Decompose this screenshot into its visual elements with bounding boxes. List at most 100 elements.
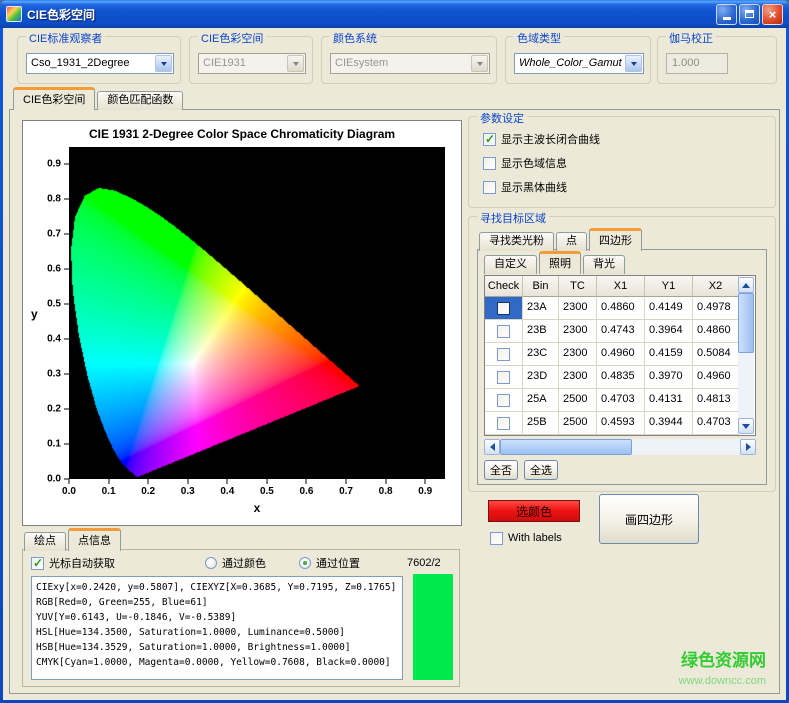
row-checkbox[interactable] bbox=[497, 302, 510, 315]
cie-canvas[interactable] bbox=[69, 147, 445, 479]
scroll-up-button[interactable] bbox=[738, 277, 754, 293]
with-labels-box[interactable] bbox=[490, 532, 503, 545]
table-cell: 25A bbox=[523, 389, 559, 412]
tab-draw-point[interactable]: 绘点 bbox=[24, 532, 66, 551]
row-checkbox-cell[interactable] bbox=[485, 343, 523, 366]
observer-combobox[interactable]: Cso_1931_2Degree bbox=[26, 53, 174, 74]
row-checkbox[interactable] bbox=[497, 394, 510, 407]
auto-capture-box[interactable] bbox=[31, 557, 44, 570]
parameter-checkbox[interactable]: 显示主波长闭合曲线 bbox=[483, 131, 600, 147]
tab-color-matching[interactable]: 颜色匹配函数 bbox=[97, 91, 183, 110]
row-checkbox[interactable] bbox=[497, 371, 510, 384]
column-header[interactable]: TC bbox=[559, 276, 597, 297]
scroll-down-button[interactable] bbox=[738, 418, 754, 434]
table-row[interactable]: 23B23000.47430.39640.4860 bbox=[485, 320, 755, 343]
maximize-button[interactable] bbox=[739, 4, 760, 25]
row-checkbox-cell[interactable] bbox=[485, 297, 523, 320]
tab-find-phosphor[interactable]: 寻找类光粉 bbox=[479, 232, 554, 251]
gamut-combobox[interactable]: Whole_Color_Gamut bbox=[514, 53, 644, 74]
close-button[interactable]: × bbox=[762, 4, 783, 25]
column-header[interactable]: Bin bbox=[523, 276, 559, 297]
gamut-group: 色域类型 Whole_Color_Gamut bbox=[505, 36, 651, 84]
main-tabstrip: CIE色彩空间 颜色匹配函数 bbox=[13, 87, 185, 110]
row-checkbox-cell[interactable] bbox=[485, 320, 523, 343]
table-hscrollbar[interactable] bbox=[484, 439, 756, 455]
x-tick-mark bbox=[227, 479, 228, 484]
x-tick-mark bbox=[148, 479, 149, 484]
minimize-button[interactable] bbox=[716, 4, 737, 25]
vscroll-thumb[interactable] bbox=[738, 293, 754, 353]
select-all-button[interactable]: 全选 bbox=[524, 460, 558, 480]
table-row[interactable]: 25A25000.47030.41310.4813 bbox=[485, 389, 755, 412]
checkbox-box[interactable] bbox=[483, 157, 496, 170]
colorsystem-combobox: CIEsystem bbox=[330, 53, 490, 74]
colorsystem-group-caption: 颜色系统 bbox=[330, 30, 380, 46]
row-checkbox[interactable] bbox=[497, 325, 510, 338]
pick-color-button[interactable]: 选颜色 bbox=[488, 500, 580, 522]
with-labels-checkbox[interactable]: With labels bbox=[490, 530, 562, 546]
table-cell: 0.4978 bbox=[693, 297, 739, 320]
colorsystem-group: 颜色系统 CIEsystem bbox=[321, 36, 497, 84]
tab-custom[interactable]: 自定义 bbox=[484, 255, 537, 274]
column-header[interactable]: Y1 bbox=[645, 276, 693, 297]
table-header-row: CheckBinTCX1Y1X2 bbox=[485, 276, 755, 297]
row-checkbox[interactable] bbox=[497, 348, 510, 361]
chevron-down-icon[interactable] bbox=[155, 55, 172, 72]
table-vscrollbar[interactable] bbox=[738, 277, 754, 434]
row-checkbox-cell[interactable] bbox=[485, 366, 523, 389]
x-tick-label: 0.7 bbox=[339, 486, 353, 497]
chevron-down-icon[interactable] bbox=[625, 55, 642, 72]
row-checkbox[interactable] bbox=[497, 417, 510, 430]
client-area: CIE标准观察者 Cso_1931_2Degree CIE色彩空间 CIE193… bbox=[3, 28, 786, 700]
watermark-url: www.downcc.com bbox=[530, 675, 766, 687]
row-checkbox-cell[interactable] bbox=[485, 389, 523, 412]
plot-area[interactable]: 0.00.10.20.30.40.50.60.70.80.90.00.10.20… bbox=[69, 147, 445, 479]
table-row[interactable]: 25B25000.45930.39440.4703 bbox=[485, 412, 755, 435]
by-position-label: 通过位置 bbox=[316, 555, 360, 571]
triangle-right-icon bbox=[746, 443, 755, 451]
x-tick-mark bbox=[346, 479, 347, 484]
column-header[interactable]: X1 bbox=[597, 276, 645, 297]
by-color-radio[interactable]: 通过颜色 bbox=[205, 555, 266, 571]
x-axis-label: x bbox=[69, 501, 445, 515]
scroll-left-button[interactable] bbox=[484, 439, 500, 455]
by-position-radio-circle[interactable] bbox=[299, 557, 311, 569]
y-tick-mark bbox=[64, 304, 69, 305]
parameter-checkbox[interactable]: 显示色域信息 bbox=[483, 155, 567, 171]
column-header[interactable]: Check bbox=[485, 276, 523, 297]
table-cell: 0.4835 bbox=[597, 366, 645, 389]
table-cell: 0.4960 bbox=[597, 343, 645, 366]
y-tick-mark bbox=[64, 409, 69, 410]
tab-cie-colorspace[interactable]: CIE色彩空间 bbox=[13, 87, 95, 110]
draw-quad-button[interactable]: 画四边形 bbox=[599, 494, 699, 544]
auto-capture-checkbox[interactable]: 光标自动获取 bbox=[31, 555, 115, 571]
colorsystem-combobox-value: CIEsystem bbox=[335, 57, 469, 69]
hscroll-track[interactable] bbox=[500, 439, 740, 455]
window-title: CIE色彩空间 bbox=[27, 6, 714, 23]
tab-lighting[interactable]: 照明 bbox=[539, 251, 581, 274]
by-position-radio[interactable]: 通过位置 bbox=[299, 555, 360, 571]
checkbox-box[interactable] bbox=[483, 133, 496, 146]
scroll-right-button[interactable] bbox=[740, 439, 756, 455]
info-line: RGB[Red=0, Green=255, Blue=61] bbox=[36, 595, 398, 610]
by-color-radio-circle[interactable] bbox=[205, 557, 217, 569]
checkbox-box[interactable] bbox=[483, 181, 496, 194]
hscroll-thumb[interactable] bbox=[500, 439, 632, 455]
tab-quad[interactable]: 四边形 bbox=[589, 228, 642, 251]
parameter-checkbox[interactable]: 显示黑体曲线 bbox=[483, 179, 567, 195]
title-bar[interactable]: CIE色彩空间 × bbox=[0, 0, 789, 28]
vscroll-track[interactable] bbox=[738, 293, 754, 418]
info-line: CMYK[Cyan=1.0000, Magenta=0.0000, Yellow… bbox=[36, 655, 398, 670]
tab-backlight[interactable]: 背光 bbox=[583, 255, 625, 274]
select-none-button[interactable]: 全否 bbox=[484, 460, 518, 480]
table-row[interactable]: 23C23000.49600.41590.5084 bbox=[485, 343, 755, 366]
x-tick-label: 0.1 bbox=[102, 486, 116, 497]
table-row[interactable]: 23D23000.48350.39700.4960 bbox=[485, 366, 755, 389]
tab-point-info[interactable]: 点信息 bbox=[68, 528, 121, 551]
row-checkbox-cell[interactable] bbox=[485, 412, 523, 435]
tab-point[interactable]: 点 bbox=[556, 232, 587, 251]
table-row[interactable]: 23A23000.48600.41490.4978 bbox=[485, 297, 755, 320]
counter-text: 7602/2 bbox=[407, 557, 441, 569]
column-header[interactable]: X2 bbox=[693, 276, 739, 297]
params-group-caption: 参数设定 bbox=[477, 110, 527, 126]
